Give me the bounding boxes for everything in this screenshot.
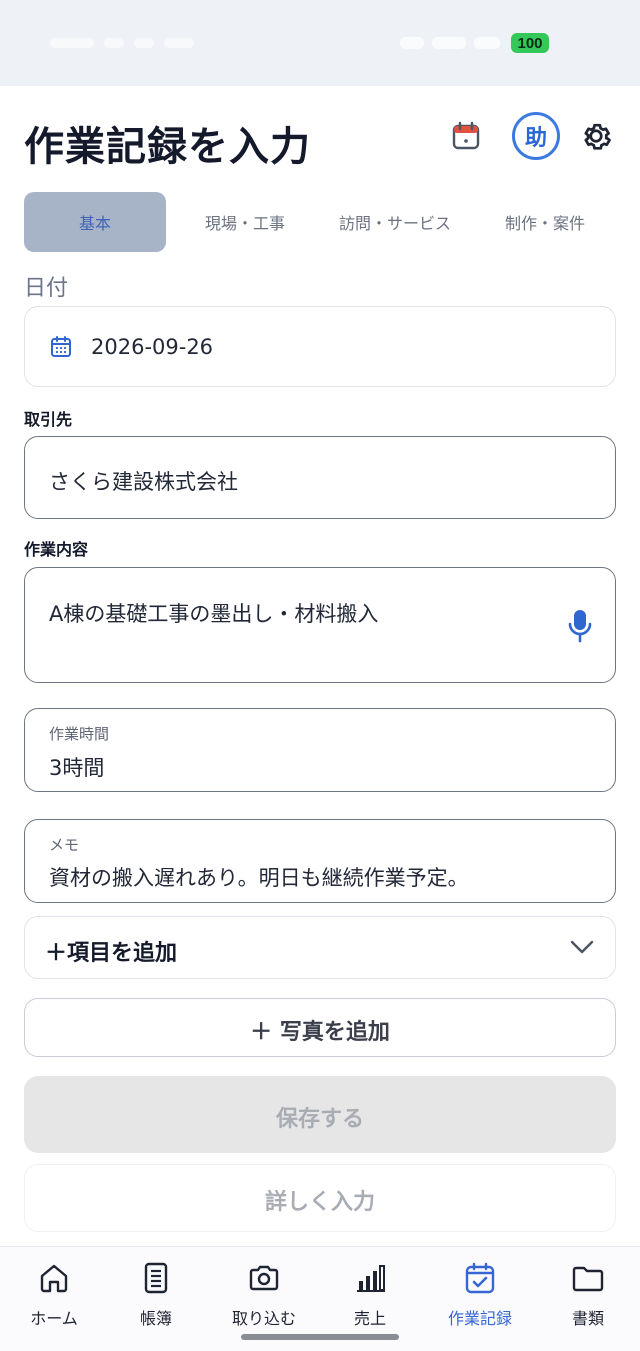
battery-indicator: 100	[511, 33, 549, 53]
home-icon	[40, 1264, 68, 1293]
add-item-label: ＋項目を追加	[45, 941, 178, 966]
work-content-field[interactable]: A棟の基礎工事の墨出し・材料搬入	[24, 567, 616, 683]
save-label: 保存する	[275, 1107, 364, 1132]
nav-ledger[interactable]: 帳簿	[102, 1261, 210, 1341]
work-record-page: 作業記録を入力 助 基本 現場・工事 訪問・サービス 制作・案件 日付 2026…	[0, 86, 640, 1246]
nav-documents[interactable]: 書類	[534, 1261, 640, 1341]
nav-import[interactable]: 取り込む	[210, 1261, 318, 1341]
calendar-icon[interactable]	[448, 118, 484, 154]
tab-production-project[interactable]: 制作・案件	[474, 192, 616, 252]
add-photo-button[interactable]: ＋ 写真を追加	[24, 998, 616, 1057]
date-label: 日付	[24, 276, 69, 301]
memo-value: 資材の搬入遅れあり。明日も継続作業予定。	[49, 866, 469, 890]
work-time-label: 作業時間	[49, 725, 110, 743]
work-content-value: A棟の基礎工事の墨出し・材料搬入	[49, 602, 379, 626]
folder-icon	[572, 1266, 604, 1292]
nav-work-record[interactable]: 作業記録	[426, 1261, 534, 1341]
date-field[interactable]: 2026-09-26	[24, 306, 616, 387]
detail-input-label: 詳しく入力	[264, 1190, 375, 1215]
memo-label: メモ	[49, 836, 80, 854]
tab-basic[interactable]: 基本	[24, 192, 166, 252]
nav-ledger-label: 帳簿	[139, 1309, 172, 1328]
assistant-button[interactable]: 助	[512, 112, 560, 160]
status-icons-blurred	[400, 30, 500, 56]
chevron-down-icon	[569, 938, 595, 960]
calendar-check-icon	[465, 1262, 495, 1294]
nav-sales[interactable]: 売上	[316, 1261, 424, 1341]
memo-field[interactable]: メモ 資材の搬入遅れあり。明日も継続作業予定。	[24, 819, 616, 903]
work-time-field[interactable]: 作業時間 3時間	[24, 708, 616, 792]
status-bar: 100	[0, 0, 640, 86]
date-value: 2026-09-26	[91, 335, 214, 359]
microphone-icon[interactable]	[566, 608, 594, 648]
category-tabs: 基本 現場・工事 訪問・サービス 制作・案件	[24, 192, 616, 252]
camera-icon	[249, 1265, 279, 1291]
home-indicator[interactable]	[241, 1334, 399, 1340]
nav-sales-label: 売上	[353, 1309, 386, 1328]
work-content-label: 作業内容	[24, 540, 89, 559]
status-time-blurred	[50, 33, 230, 53]
bar-chart-icon	[357, 1265, 385, 1292]
add-item-button[interactable]: ＋項目を追加	[24, 916, 616, 979]
detail-input-button[interactable]: 詳しく入力	[24, 1164, 616, 1232]
nav-work-record-label: 作業記録	[447, 1309, 512, 1328]
save-button[interactable]: 保存する	[24, 1076, 616, 1153]
work-time-value: 3時間	[49, 756, 105, 780]
page-title: 作業記録を入力	[24, 124, 311, 170]
nav-home-label: ホーム	[30, 1309, 78, 1328]
nav-home[interactable]: ホーム	[0, 1261, 108, 1341]
calendar-small-icon	[49, 335, 73, 363]
nav-import-label: 取り込む	[231, 1309, 296, 1328]
nav-documents-label: 書類	[571, 1309, 604, 1328]
tab-visit-service[interactable]: 訪問・サービス	[320, 192, 470, 252]
client-label: 取引先	[24, 410, 73, 429]
assistant-label: 助	[524, 126, 547, 151]
client-field[interactable]: さくら建設株式会社	[24, 436, 616, 519]
add-photo-label: ＋ 写真を追加	[250, 1020, 390, 1045]
ledger-icon	[144, 1262, 168, 1294]
gear-icon[interactable]	[576, 116, 616, 156]
client-value: さくら建設株式会社	[49, 470, 238, 494]
tab-site-construction[interactable]: 現場・工事	[174, 192, 316, 252]
